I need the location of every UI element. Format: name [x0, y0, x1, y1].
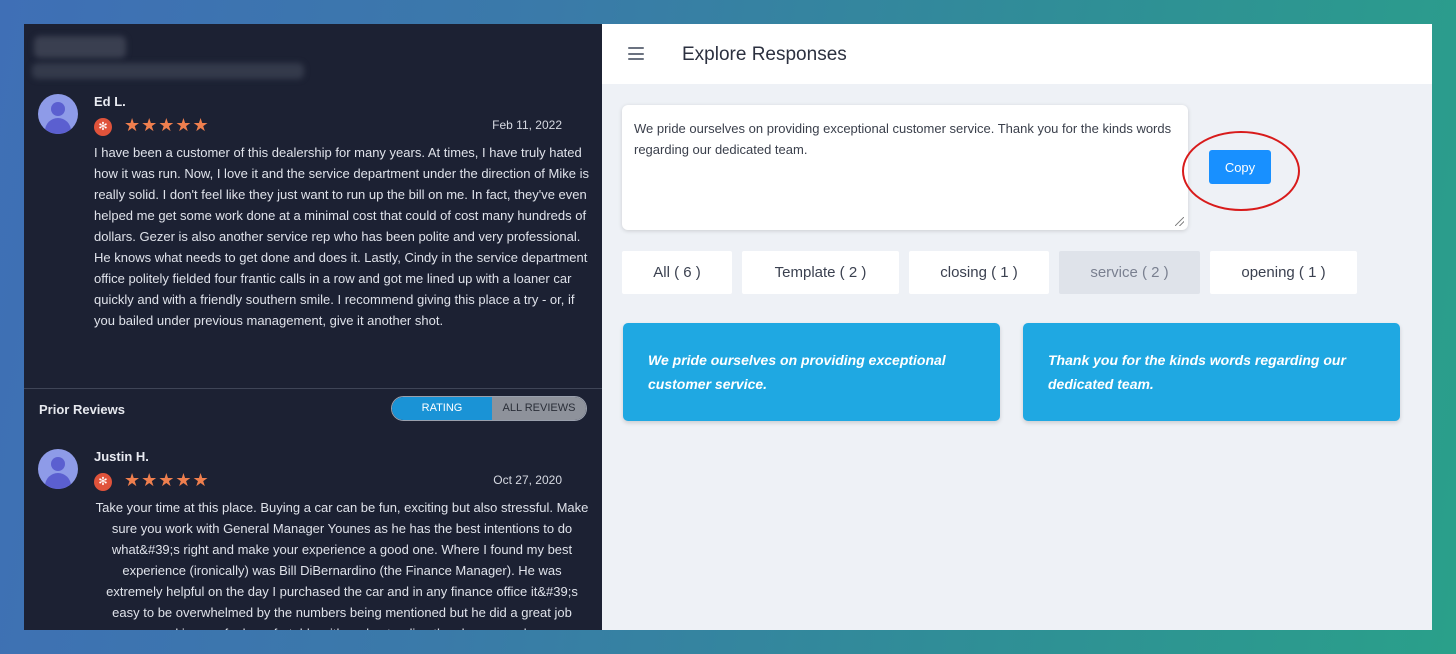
review-date: Feb 11, 2022 — [492, 118, 562, 132]
resize-handle-icon[interactable] — [1175, 217, 1184, 226]
response-card[interactable]: Thank you for the kinds words regarding … — [1023, 323, 1400, 421]
app-frame: Ed L. ✻ ★★★★★ Feb 11, 2022 I have been a… — [24, 24, 1432, 630]
responses-panel: Explore Responses We pride ourselves on … — [602, 24, 1432, 630]
category-tabs: All ( 6 ) Template ( 2 ) closing ( 1 ) s… — [622, 251, 1367, 294]
hamburger-menu-icon[interactable] — [628, 47, 644, 60]
reviewer-name: Justin H. — [94, 449, 149, 464]
divider — [24, 388, 602, 389]
response-text: We pride ourselves on providing exceptio… — [634, 121, 1172, 157]
all-reviews-toggle-button[interactable]: ALL REVIEWS — [492, 397, 586, 420]
review-text: I have been a customer of this dealershi… — [94, 145, 589, 328]
redacted-business-name — [34, 36, 126, 58]
redacted-business-address — [32, 63, 304, 79]
tab-all[interactable]: All ( 6 ) — [622, 251, 732, 294]
star-rating: ★★★★★ — [124, 470, 210, 490]
star-rating: ★★★★★ — [124, 115, 210, 135]
response-card[interactable]: We pride ourselves on providing exceptio… — [623, 323, 1000, 421]
review-filter-toggle: RATING ALL REVIEWS — [391, 396, 587, 421]
page-title: Explore Responses — [682, 44, 847, 65]
review-text: Take your time at this place. Buying a c… — [95, 500, 589, 630]
response-cards: We pride ourselves on providing exceptio… — [623, 323, 1423, 421]
copy-button[interactable]: Copy — [1209, 150, 1271, 184]
review-item: Justin H. ✻ ★★★★★ Oct 27, 2020 Take your… — [38, 449, 588, 630]
rating-toggle-button[interactable]: RATING — [392, 397, 492, 420]
response-textarea[interactable]: We pride ourselves on providing exceptio… — [622, 105, 1188, 230]
avatar — [38, 449, 78, 489]
yelp-icon: ✻ — [94, 118, 112, 136]
reviews-panel: Ed L. ✻ ★★★★★ Feb 11, 2022 I have been a… — [24, 24, 602, 630]
prior-reviews-label: Prior Reviews — [39, 402, 125, 417]
tab-template[interactable]: Template ( 2 ) — [742, 251, 899, 294]
reviewer-name: Ed L. — [94, 94, 126, 109]
tab-closing[interactable]: closing ( 1 ) — [909, 251, 1049, 294]
yelp-icon: ✻ — [94, 473, 112, 491]
review-date: Oct 27, 2020 — [493, 473, 562, 487]
top-bar: Explore Responses — [602, 24, 1432, 84]
tab-service[interactable]: service ( 2 ) — [1059, 251, 1200, 294]
avatar — [38, 94, 78, 134]
tab-opening[interactable]: opening ( 1 ) — [1210, 251, 1357, 294]
review-item: Ed L. ✻ ★★★★★ Feb 11, 2022 I have been a… — [38, 94, 589, 364]
